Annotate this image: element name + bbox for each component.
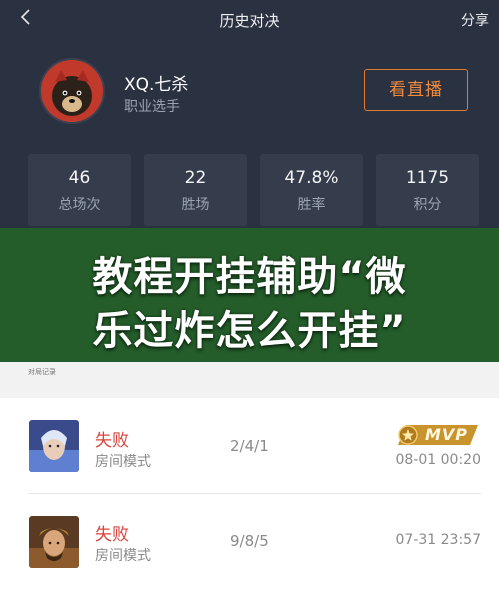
player-avatar[interactable] <box>41 60 103 122</box>
page-title: 历史对决 <box>219 12 280 30</box>
match-list: 失败 房间模式 2/4/1 MVP 08-01 00:20 失败 房间模式 9/… <box>0 398 499 593</box>
hero-portrait <box>29 420 79 472</box>
stat-value: 47.8% <box>284 168 339 188</box>
dog-avatar-icon <box>41 60 103 122</box>
match-time: 08-01 00:20 <box>395 452 481 468</box>
stat-value: 22 <box>184 168 207 188</box>
match-time: 07-31 23:57 <box>395 532 481 548</box>
nav-bar: 历史对决 分享 <box>0 0 499 38</box>
watch-live-button[interactable]: 看直播 <box>364 69 468 111</box>
match-kda: 2/4/1 <box>230 437 269 455</box>
match-result: 失败 <box>95 525 129 545</box>
stat-win-rate: 47.8% 胜率 <box>260 154 363 226</box>
stat-total-games: 46 总场次 <box>28 154 131 226</box>
stat-value: 1175 <box>405 168 450 188</box>
stat-points: 1175 积分 <box>376 154 479 226</box>
stat-label: 胜率 <box>297 197 326 213</box>
hero-portrait-icon <box>29 420 79 472</box>
match-kda: 9/8/5 <box>230 532 269 550</box>
stat-label: 积分 <box>413 197 442 213</box>
records-section-label: 对局记录 <box>28 368 56 376</box>
stat-wins: 22 胜场 <box>144 154 247 226</box>
player-name: XQ.七杀 <box>124 75 189 95</box>
match-row[interactable]: 失败 房间模式 2/4/1 MVP 08-01 00:20 <box>0 398 499 494</box>
match-mode: 房间模式 <box>95 454 151 470</box>
hero-portrait <box>29 516 79 568</box>
banner-line-1: 教程开挂辅助“微 <box>92 254 407 300</box>
hero-portrait-icon <box>29 516 79 568</box>
overlay-banner: 教程开挂辅助“微 乐过炸怎么开挂” <box>0 228 499 362</box>
stat-label: 总场次 <box>58 197 101 213</box>
stat-label: 胜场 <box>181 197 210 213</box>
match-mode: 房间模式 <box>95 548 151 564</box>
player-role: 职业选手 <box>124 99 180 115</box>
share-button[interactable]: 分享 <box>461 10 489 30</box>
match-result: 失败 <box>95 431 129 451</box>
mvp-label: MVP <box>425 425 469 444</box>
stat-value: 46 <box>68 168 91 188</box>
mvp-badge: MVP <box>396 423 480 447</box>
match-row[interactable]: 失败 房间模式 9/8/5 07-31 23:57 <box>0 494 499 590</box>
banner-line-2: 乐过炸怎么开挂” <box>92 308 407 354</box>
profile-header-panel: 历史对决 分享 XQ.七杀 职业选手 看直播 46 总场次 22 胜场 47.8… <box>0 0 499 235</box>
